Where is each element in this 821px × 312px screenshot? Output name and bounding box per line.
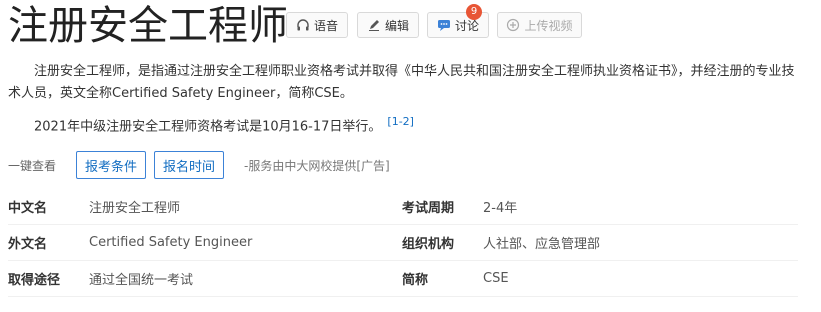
info-name: 取得途径 <box>8 273 61 288</box>
discuss-count-badge: 9 <box>466 4 482 20</box>
info-name: 外文名 <box>8 237 48 252</box>
basic-info-table: 中文名 注册安全工程师 考试周期 2-4年 外文名 Certified Safe… <box>8 189 798 297</box>
quick-view-label: 一键查看 <box>8 158 57 173</box>
edit-label: 编辑 <box>384 18 409 33</box>
upload-video-button[interactable]: 上传视频 <box>497 12 582 38</box>
voice-label: 语音 <box>313 18 338 33</box>
info-value: 人社部、应急管理部 <box>483 237 601 252</box>
exam-date-text: 2021年中级注册安全工程师资格考试是10月16-17日举行。 <box>34 119 382 135</box>
pencil-icon <box>367 18 381 32</box>
registration-time-button[interactable]: 报名时间 <box>154 151 225 179</box>
info-value: 注册安全工程师 <box>89 201 181 216</box>
info-row: 中文名 注册安全工程师 考试周期 2-4年 <box>8 189 798 225</box>
quick-view-bar: 一键查看 报考条件 报名时间 -服务由中大网校提供[广告] <box>8 150 390 180</box>
info-value: CSE <box>483 271 509 286</box>
info-row: 取得途径 通过全国统一考试 简称 CSE <box>8 261 798 297</box>
info-name: 考试周期 <box>402 201 455 216</box>
intro-paragraph: 注册安全工程师，是指通过注册安全工程师职业资格考试并取得《中华人民共和国注册安全… <box>8 61 796 105</box>
plus-circle-icon <box>506 18 520 32</box>
intro-paragraph-text: 注册安全工程师，是指通过注册安全工程师职业资格考试并取得《中华人民共和国注册安全… <box>8 64 795 101</box>
discuss-button[interactable]: 讨论 9 <box>427 4 489 38</box>
info-value: 2-4年 <box>483 201 518 216</box>
edit-button[interactable]: 编辑 <box>357 12 419 38</box>
exam-conditions-button[interactable]: 报考条件 <box>76 151 147 179</box>
voice-button[interactable]: 语音 <box>286 12 348 38</box>
title-row: 注册安全工程师 <box>8 0 288 52</box>
info-value: 通过全国统一考试 <box>89 273 194 288</box>
info-row: 外文名 Certified Safety Engineer 组织机构 人社部、应… <box>8 225 798 261</box>
info-name: 中文名 <box>8 201 48 216</box>
reference-link[interactable]: [1-2] <box>387 115 414 128</box>
info-value: Certified Safety Engineer <box>89 235 253 250</box>
info-name: 组织机构 <box>402 237 455 252</box>
ad-note[interactable]: -服务由中大网校提供[广告] <box>244 157 390 174</box>
info-name: 简称 <box>402 273 429 288</box>
chat-bubble-icon <box>437 18 451 32</box>
exam-date-paragraph: 2021年中级注册安全工程师资格考试是10月16-17日举行。 [1-2] <box>8 111 796 138</box>
page-title: 注册安全工程师 <box>8 3 288 49</box>
upload-video-label: 上传视频 <box>524 18 573 33</box>
headphones-icon <box>296 18 310 32</box>
